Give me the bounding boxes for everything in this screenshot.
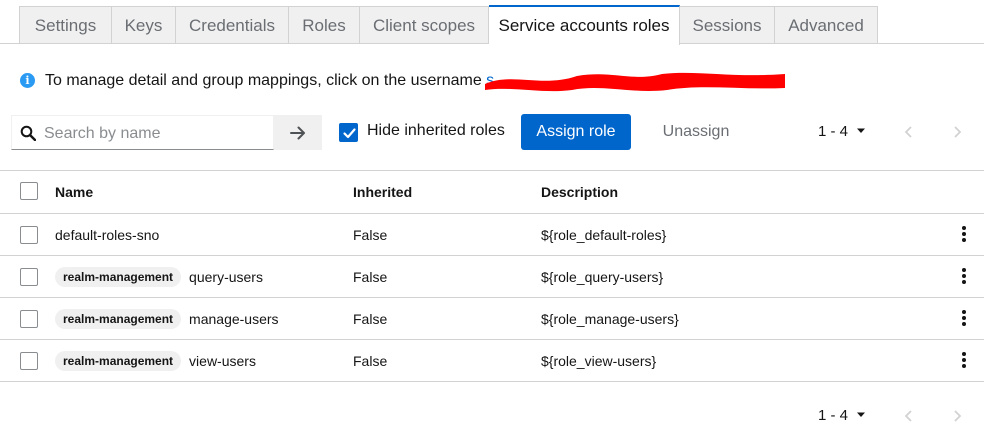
tab-client-scopes[interactable]: Client scopes — [360, 6, 489, 44]
search-submit-button[interactable] — [274, 115, 322, 150]
inherited-cell: False — [353, 268, 388, 285]
pagination-bottom: 1 - 4 — [818, 401, 968, 431]
search-icon — [20, 125, 36, 141]
client-badge: realm-management — [55, 266, 182, 287]
table-row: realm-management manage-users False ${rol… — [0, 298, 984, 340]
inherited-cell: False — [353, 226, 388, 243]
role-name-cell: realm-management manage-users — [55, 298, 279, 339]
description-cell: ${role_query-users} — [541, 268, 664, 285]
previous-page-icon[interactable] — [903, 407, 915, 425]
table-row: realm-management query-users False ${role… — [0, 256, 984, 298]
kebab-menu-icon[interactable] — [960, 310, 968, 328]
table-row: default-roles-sno False ${role_default-r… — [0, 214, 984, 256]
next-page-icon[interactable] — [951, 407, 963, 425]
hide-inherited-checkbox[interactable] — [339, 123, 358, 142]
tab-advanced[interactable]: Advanced — [775, 6, 878, 44]
tab-bar: Settings Keys Credentials Roles Client s… — [0, 0, 984, 45]
client-badge: realm-management — [55, 308, 182, 329]
redaction-scribble — [485, 72, 785, 92]
description-cell: ${role_manage-users} — [541, 310, 679, 327]
roles-table: Name Inherited Description default-roles… — [0, 170, 984, 382]
kebab-menu-icon[interactable] — [960, 268, 968, 286]
table-header-row: Name Inherited Description — [0, 170, 984, 214]
info-message-text: To manage detail and group mappings, cli… — [45, 72, 487, 89]
description-cell: ${role_default-roles} — [541, 226, 667, 243]
row-checkbox[interactable] — [20, 352, 38, 370]
search-input[interactable] — [42, 116, 274, 151]
unassign-button[interactable]: Unassign — [650, 114, 742, 150]
pagination-range[interactable]: 1 - 4 — [818, 123, 848, 140]
arrow-right-icon — [290, 126, 305, 139]
hide-inherited-label: Hide inherited roles — [367, 122, 505, 139]
caret-down-icon[interactable] — [856, 127, 866, 135]
tab-roles[interactable]: Roles — [289, 6, 360, 44]
checkmark-icon — [343, 128, 356, 139]
column-header-description[interactable]: Description — [541, 171, 618, 213]
tab-credentials[interactable]: Credentials — [176, 6, 289, 44]
kebab-menu-icon[interactable] — [960, 226, 968, 244]
search-box — [11, 115, 274, 151]
column-header-inherited[interactable]: Inherited — [353, 171, 412, 213]
description-cell: ${role_view-users} — [541, 352, 657, 369]
row-checkbox[interactable] — [20, 268, 38, 286]
tab-service-accounts-roles[interactable]: Service accounts roles — [489, 5, 680, 45]
next-page-icon[interactable] — [951, 123, 963, 141]
tab-settings[interactable]: Settings — [19, 6, 112, 44]
role-name: view-users — [189, 352, 256, 369]
assign-role-button[interactable]: Assign role — [521, 114, 631, 150]
role-name-cell: default-roles-sno — [55, 214, 159, 255]
role-name-cell: realm-management query-users — [55, 256, 263, 297]
pagination-top: 1 - 4 — [818, 117, 968, 147]
select-all-checkbox[interactable] — [20, 182, 38, 200]
info-message: To manage detail and group mappings, cli… — [45, 72, 494, 90]
pagination-range[interactable]: 1 - 4 — [818, 407, 848, 424]
table-row: realm-management view-users False ${role_… — [0, 340, 984, 382]
role-name-cell: realm-management view-users — [55, 340, 256, 381]
column-header-name[interactable]: Name — [55, 171, 93, 213]
tab-sessions[interactable]: Sessions — [680, 6, 775, 44]
client-badge: realm-management — [55, 350, 182, 371]
previous-page-icon[interactable] — [903, 123, 915, 141]
tab-keys[interactable]: Keys — [112, 6, 176, 44]
role-name: query-users — [189, 268, 263, 285]
info-circle-icon: i — [20, 73, 35, 88]
role-name: default-roles-sno — [55, 226, 160, 243]
inherited-cell: False — [353, 352, 388, 369]
kebab-menu-icon[interactable] — [960, 352, 968, 370]
role-name: manage-users — [189, 310, 279, 327]
caret-down-icon[interactable] — [856, 411, 866, 419]
row-checkbox[interactable] — [20, 226, 38, 244]
row-checkbox[interactable] — [20, 310, 38, 328]
inherited-cell: False — [353, 310, 388, 327]
